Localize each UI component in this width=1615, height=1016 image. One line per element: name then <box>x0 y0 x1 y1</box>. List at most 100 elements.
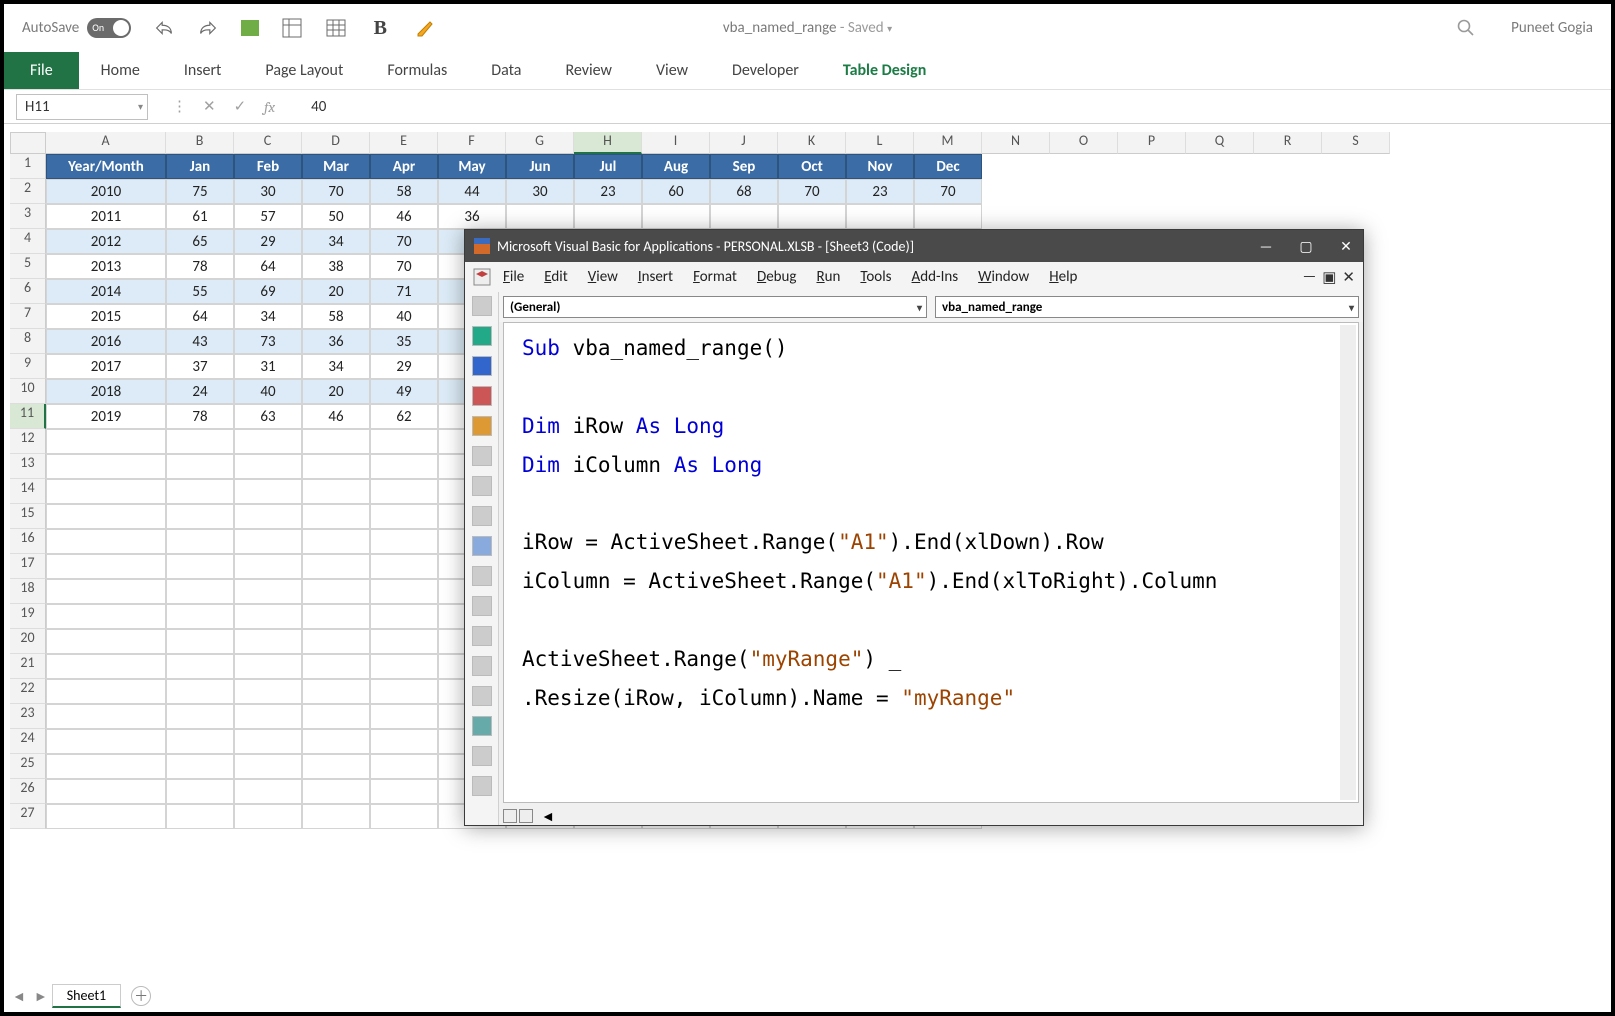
col-header-C[interactable]: C <box>234 132 302 154</box>
vbe-object-dropdown[interactable]: (General)▾ <box>503 296 927 318</box>
vbe-tool-design-mode-icon[interactable] <box>472 296 492 316</box>
cell[interactable]: 2011 <box>46 204 166 229</box>
col-header-G[interactable]: G <box>506 132 574 154</box>
cell[interactable]: 23 <box>574 179 642 204</box>
row-header-1[interactable]: 1 <box>10 154 46 179</box>
table-header[interactable]: Oct <box>778 154 846 179</box>
undo-icon[interactable] <box>153 17 175 39</box>
cell[interactable]: 29 <box>234 229 302 254</box>
full-module-view-icon[interactable] <box>519 809 533 823</box>
vbe-menu-tools[interactable]: Tools <box>852 266 899 288</box>
row-header-21[interactable]: 21 <box>10 654 46 679</box>
bold-icon[interactable]: B <box>369 17 391 39</box>
cell[interactable] <box>846 204 914 229</box>
cell[interactable]: 70 <box>370 229 438 254</box>
cell[interactable] <box>574 204 642 229</box>
cell[interactable]: 57 <box>234 204 302 229</box>
row-header-10[interactable]: 10 <box>10 379 46 404</box>
row-header-2[interactable]: 2 <box>10 179 46 204</box>
cell[interactable]: 24 <box>166 379 234 404</box>
autosave-toggle[interactable]: AutoSave On <box>22 18 131 38</box>
vbe-menu-format[interactable]: Format <box>685 266 745 288</box>
table-header[interactable]: Jul <box>574 154 642 179</box>
cell[interactable]: 65 <box>166 229 234 254</box>
vbe-tool-call-stack-icon[interactable] <box>472 626 492 646</box>
user-name[interactable]: Puneet Gogia <box>1511 19 1593 37</box>
cell[interactable]: 2018 <box>46 379 166 404</box>
vbe-tool-hand-icon[interactable] <box>472 416 492 436</box>
sheet-tab[interactable]: Sheet1 <box>52 984 121 1008</box>
col-header-L[interactable]: L <box>846 132 914 154</box>
cell[interactable]: 37 <box>166 354 234 379</box>
clear-format-icon[interactable] <box>413 17 435 39</box>
cell[interactable] <box>642 204 710 229</box>
select-all-corner[interactable] <box>10 132 46 154</box>
fill-color-icon[interactable] <box>241 20 259 36</box>
cell[interactable] <box>506 204 574 229</box>
tab-insert[interactable]: Insert <box>162 52 244 89</box>
row-header-7[interactable]: 7 <box>10 304 46 329</box>
vbe-menu-window[interactable]: Window <box>970 266 1037 288</box>
col-header-P[interactable]: P <box>1118 132 1186 154</box>
cell[interactable]: 46 <box>370 204 438 229</box>
add-sheet-icon[interactable]: ＋ <box>131 986 151 1006</box>
vertical-scrollbar[interactable] <box>1340 325 1356 800</box>
row-header-3[interactable]: 3 <box>10 204 46 229</box>
cell[interactable]: 40 <box>234 379 302 404</box>
col-header-E[interactable]: E <box>370 132 438 154</box>
col-header-Q[interactable]: Q <box>1186 132 1254 154</box>
col-header-O[interactable]: O <box>1050 132 1118 154</box>
hscroll-left-icon[interactable]: ◄ <box>541 808 555 825</box>
minimize-icon[interactable]: — <box>1257 238 1275 255</box>
vbe-menu-run[interactable]: Run <box>808 266 848 288</box>
row-header-4[interactable]: 4 <box>10 229 46 254</box>
vbe-tool-comment-icon[interactable] <box>472 716 492 736</box>
col-header-H[interactable]: H <box>574 132 642 154</box>
col-header-M[interactable]: M <box>914 132 982 154</box>
row-header-18[interactable]: 18 <box>10 579 46 604</box>
col-header-R[interactable]: R <box>1254 132 1322 154</box>
cell[interactable]: 58 <box>302 304 370 329</box>
cell[interactable]: 20 <box>302 379 370 404</box>
cell[interactable]: 36 <box>438 204 506 229</box>
tab-page-layout[interactable]: Page Layout <box>243 52 365 89</box>
vbe-menu-edit[interactable]: Edit <box>536 266 575 288</box>
cell[interactable]: 71 <box>370 279 438 304</box>
dots-icon[interactable]: ⋮ <box>172 97 185 116</box>
cell[interactable]: 2019 <box>46 404 166 429</box>
cell[interactable] <box>914 204 982 229</box>
vbe-tool-break-icon[interactable] <box>472 356 492 376</box>
cell[interactable]: 2014 <box>46 279 166 304</box>
col-header-F[interactable]: F <box>438 132 506 154</box>
next-sheet-icon[interactable]: ► <box>34 988 48 1005</box>
maximize-icon[interactable]: ▢ <box>1297 238 1315 255</box>
row-header-23[interactable]: 23 <box>10 704 46 729</box>
fx-icon[interactable]: fx <box>264 98 275 116</box>
tab-data[interactable]: Data <box>469 52 543 89</box>
row-header-17[interactable]: 17 <box>10 554 46 579</box>
vbe-tool-run-icon[interactable] <box>472 326 492 346</box>
cell[interactable]: 31 <box>234 354 302 379</box>
row-header-27[interactable]: 27 <box>10 804 46 829</box>
search-icon[interactable] <box>1457 19 1475 37</box>
vbe-tool-indent-icon[interactable] <box>472 776 492 796</box>
mdi-minimize-icon[interactable]: — <box>1303 268 1317 287</box>
vbe-menu-insert[interactable]: Insert <box>630 266 681 288</box>
cell[interactable]: 36 <box>302 329 370 354</box>
cell[interactable]: 73 <box>234 329 302 354</box>
procedure-view-icon[interactable] <box>503 809 517 823</box>
vbe-menu-debug[interactable]: Debug <box>749 266 805 288</box>
enter-icon[interactable]: ✓ <box>234 97 247 116</box>
cell[interactable]: 34 <box>302 229 370 254</box>
table-header[interactable]: Dec <box>914 154 982 179</box>
cell[interactable]: 70 <box>778 179 846 204</box>
vbe-tool-step-over-icon[interactable] <box>472 476 492 496</box>
cell[interactable]: 2015 <box>46 304 166 329</box>
cell[interactable]: 68 <box>710 179 778 204</box>
row-header-13[interactable]: 13 <box>10 454 46 479</box>
vbe-tool-uncomment-icon[interactable] <box>472 746 492 766</box>
cell[interactable]: 23 <box>846 179 914 204</box>
cell[interactable]: 2016 <box>46 329 166 354</box>
cell[interactable]: 20 <box>302 279 370 304</box>
switch-icon[interactable]: On <box>87 18 131 38</box>
